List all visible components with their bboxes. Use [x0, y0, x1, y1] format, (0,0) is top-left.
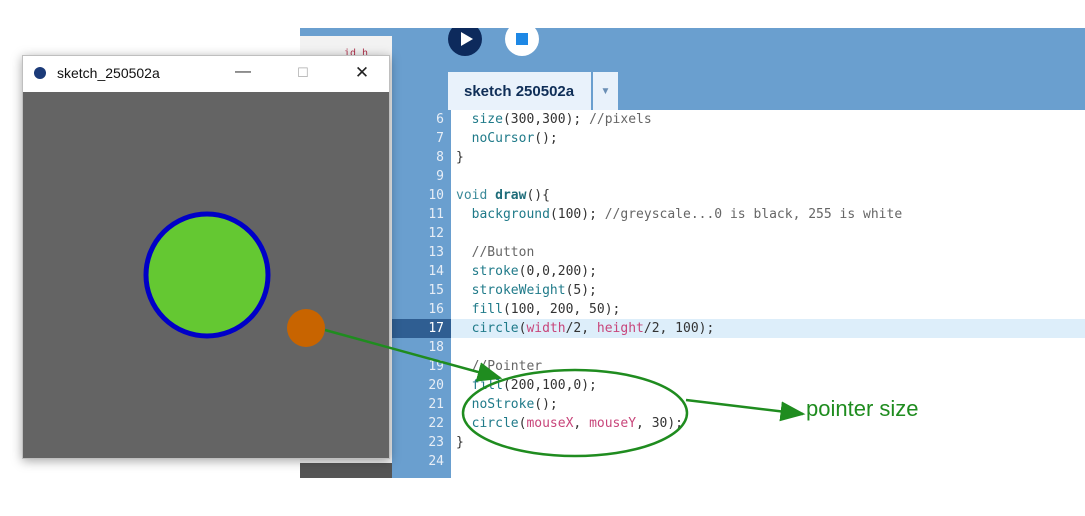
code-editor[interactable]: 6 size(300,300); //pixels 7 noCursor(); 8}… — [392, 110, 1085, 478]
code-line[interactable]: 8} — [392, 148, 1085, 167]
code-line[interactable]: 10 void draw(){ — [392, 186, 1085, 205]
green-button-circle[interactable] — [143, 211, 271, 339]
stop-button[interactable] — [505, 28, 539, 56]
code-text: stroke(0,0,200); — [471, 264, 597, 279]
line-number: 14 — [428, 264, 444, 279]
line-number: 16 — [428, 302, 444, 317]
line-number: 10 — [428, 188, 444, 203]
code-line[interactable]: 12 — [392, 224, 1085, 243]
code-text: } — [456, 150, 464, 165]
line-number: 15 — [428, 283, 444, 298]
tab-sketch[interactable]: sketch 250502a — [448, 72, 591, 110]
line-number: 12 — [428, 226, 444, 241]
processing-ide: id h l sketch 250502a ▼ 6 size(300,300);… — [300, 28, 1085, 478]
background-window-footer — [300, 463, 392, 478]
tab-dropdown-icon[interactable]: ▼ — [593, 72, 618, 110]
code-text: } — [456, 435, 464, 450]
code-line[interactable]: 9 — [392, 167, 1085, 186]
pointer-size-callout: pointer size — [806, 396, 919, 421]
stop-icon — [516, 33, 528, 45]
sketch-window[interactable]: sketch_250502a — ☐ ✕ — [22, 55, 390, 459]
code-text: circle(mouseX, mouseY, 30); — [471, 416, 684, 431]
code-line[interactable]: 15 strokeWeight(5); — [392, 281, 1085, 300]
minimize-button[interactable]: — — [225, 61, 261, 85]
line-number: 19 — [428, 359, 444, 374]
line-number: 9 — [436, 169, 444, 184]
code-line[interactable]: 19 //Pointer — [392, 357, 1085, 376]
code-text: size(300,300); //pixels — [471, 112, 652, 127]
code-line[interactable]: 16 fill(100, 200, 50); — [392, 300, 1085, 319]
processing-app-icon — [34, 67, 46, 79]
code-line[interactable]: 11 background(100); //greyscale...0 is b… — [392, 205, 1085, 224]
code-text: //Pointer — [471, 359, 543, 374]
sketch-canvas[interactable] — [23, 92, 389, 458]
line-number: 7 — [436, 131, 444, 146]
toolbar — [300, 28, 1085, 68]
window-title: sketch_250502a — [57, 65, 160, 81]
code-text: circle(width/2, height/2, 100); — [471, 321, 715, 336]
line-number: 6 — [436, 112, 444, 127]
code-line[interactable]: 20 fill(200,100,0); — [392, 376, 1085, 395]
code-line[interactable]: 23} — [392, 433, 1085, 452]
play-icon — [460, 32, 473, 46]
line-number: 8 — [436, 150, 444, 165]
code-line[interactable]: 13 //Button — [392, 243, 1085, 262]
line-number: 18 — [428, 340, 444, 355]
code-text: noCursor(); — [471, 131, 558, 146]
line-number: 24 — [428, 454, 444, 469]
line-number: 11 — [428, 207, 444, 222]
code-line[interactable]: 22 circle(mouseX, mouseY, 30); — [392, 414, 1085, 433]
code-text: noStroke(); — [471, 397, 558, 412]
line-number: 22 — [428, 416, 444, 431]
code-line[interactable]: 17 circle(width/2, height/2, 100); — [392, 319, 1085, 338]
code-line[interactable]: 6 size(300,300); //pixels — [392, 110, 1085, 129]
code-line[interactable]: 21 noStroke(); — [392, 395, 1085, 414]
code-text: background(100); //greyscale...0 is blac… — [471, 207, 903, 222]
code-line[interactable]: 24 — [392, 452, 1085, 471]
close-button[interactable]: ✕ — [344, 61, 380, 85]
code-text: //Button — [471, 245, 535, 260]
code-line[interactable]: 14 stroke(0,0,200); — [392, 262, 1085, 281]
code-text: fill(100, 200, 50); — [471, 302, 621, 317]
code-text: fill(200,100,0); — [471, 378, 597, 393]
code-line[interactable]: 18 — [392, 338, 1085, 357]
line-number: 13 — [428, 245, 444, 260]
run-button[interactable] — [448, 28, 482, 56]
line-number: 17 — [392, 319, 451, 338]
line-number: 23 — [428, 435, 444, 450]
code-text: strokeWeight(5); — [471, 283, 597, 298]
code-line[interactable]: 7 noCursor(); — [392, 129, 1085, 148]
maximize-button[interactable]: ☐ — [285, 61, 321, 85]
title-bar[interactable]: sketch_250502a — ☐ ✕ — [23, 56, 389, 91]
code-text: void draw(){ — [456, 188, 550, 203]
canvas-drawing — [143, 211, 271, 339]
line-number: 20 — [428, 378, 444, 393]
line-number: 21 — [428, 397, 444, 412]
